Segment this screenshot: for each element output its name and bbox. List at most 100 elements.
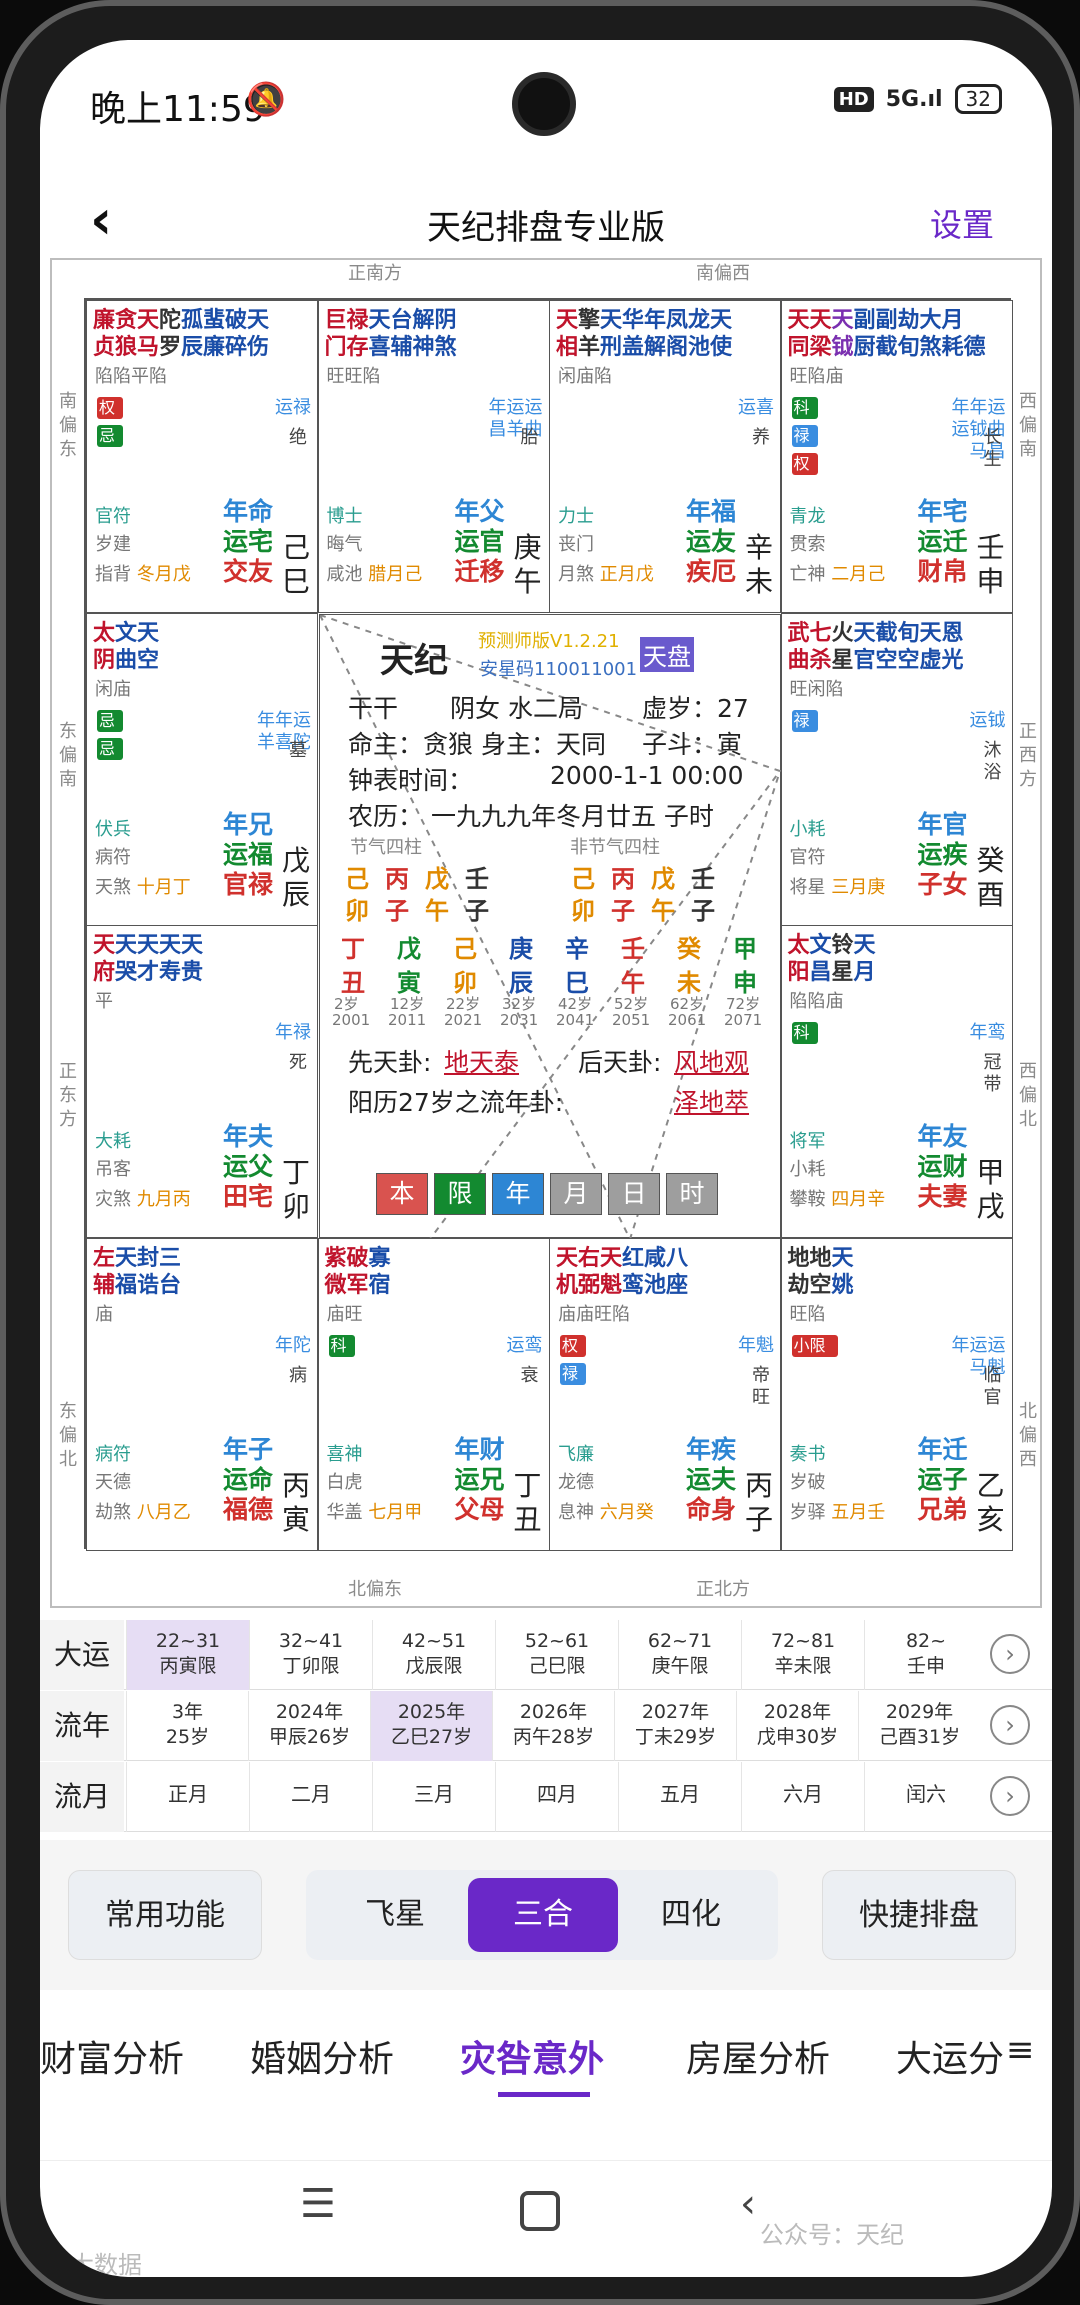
function-area: 常用功能 飞星 三合 四化 快捷排盘 xyxy=(40,1840,1052,1990)
dayun-next-icon[interactable]: › xyxy=(990,1634,1030,1674)
palace-壬申[interactable]: 天同天梁天钺副厨副截劫旬大煞月耗德旺陷庙科禄权年年运运钺曲马昌 长生 青龙 贯索 亡神 … xyxy=(780,300,1013,613)
liuyue-cell[interactable]: 二月 xyxy=(249,1762,372,1832)
star: 文曲 xyxy=(115,620,137,674)
xiantian-label: 先天卦: xyxy=(348,1048,432,1077)
tab-dayun[interactable]: 大运分 xyxy=(896,2030,1006,2082)
palace-辛未[interactable]: 天相擎羊天刑华盖年解凤阁龙池天使闲庙陷 运喜养力士 丧门 月煞 正月戊 年福 运友 疾厄 辛未 xyxy=(549,300,781,613)
liunian-gua-label: 阳历27岁之流年卦: xyxy=(348,1088,564,1117)
liunian-cell[interactable]: 2029年 己酉31岁 xyxy=(858,1691,980,1761)
cell-top: 22~31 xyxy=(155,1630,221,1652)
tab-accident[interactable]: 灾咎意外 xyxy=(460,2030,604,2082)
liuyue-cell[interactable]: 三月 xyxy=(372,1762,495,1832)
changsheng: 长生 xyxy=(983,427,1002,470)
liunian-next-icon[interactable]: › xyxy=(990,1705,1030,1745)
liuyue-cell[interactable]: 正月 xyxy=(126,1762,249,1832)
dayun-stem: 辛 xyxy=(565,935,589,963)
suijian-star: 丧门 xyxy=(558,534,594,555)
mode-button-1[interactable]: 限 xyxy=(434,1173,486,1215)
dayun-cell[interactable]: 32~41 丁卯限 xyxy=(249,1620,372,1690)
recents-icon[interactable]: ☰ xyxy=(300,2181,336,2227)
liuyue-cell[interactable]: 五月 xyxy=(618,1762,741,1832)
home-icon[interactable] xyxy=(520,2191,560,2231)
quick-chart-button[interactable]: 快捷排盘 xyxy=(822,1870,1016,1960)
star: 凤阁 xyxy=(666,307,689,361)
star-char: 福 xyxy=(115,1272,138,1298)
tab-house[interactable]: 房屋分析 xyxy=(686,2030,830,2082)
liunian-cell[interactable]: 2024年 甲辰26岁 xyxy=(248,1691,370,1761)
liuyue-cell[interactable]: 闰六 xyxy=(864,1762,987,1832)
palace-丁卯[interactable]: 天府天哭天才天寿天贵平年禄死大耗 吊客 灾煞 九月丙 年夫 运父 田宅 丁卯 xyxy=(86,925,318,1238)
star: 大煞 xyxy=(920,307,942,361)
liuyue-cell[interactable]: 四月 xyxy=(495,1762,618,1832)
star: 陀罗 xyxy=(159,307,181,361)
year-palace: 年官 xyxy=(917,809,968,839)
jiangqian-star: 指背 xyxy=(95,564,131,585)
suijian-star: 白虎 xyxy=(326,1471,363,1493)
tab-wealth[interactable]: 财富分析 xyxy=(40,2030,184,2082)
mode-button-2[interactable]: 年 xyxy=(492,1173,544,1215)
mode-button-3[interactable]: 月 xyxy=(550,1173,602,1215)
mode-button-5[interactable]: 时 xyxy=(666,1173,718,1215)
palace-庚午[interactable]: 巨门禄存天喜台辅解神阴煞旺旺陷 年运运昌羊曲胎博士 晦气 咸池 腊月己 年父 运官 迁移 庚午 xyxy=(317,300,550,613)
liunian-cell[interactable]: 3年 25岁 xyxy=(126,1691,248,1761)
liuyue-next-icon[interactable]: › xyxy=(990,1776,1030,1816)
palace-丁丑[interactable]: 紫微破军寡宿庙旺科 运鸾衰喜神 白虎 华盖 七月甲 年财 运兄 父母 丁丑 xyxy=(317,1237,550,1551)
palace-戊辰[interactable]: 太阴文曲天空闲庙忌忌年年运羊喜陀墓伏兵 病符 天煞 十月丁 年兄 运福 官禄 戊辰 xyxy=(86,612,318,926)
dayun-cell[interactable]: 82~ 壬申 xyxy=(864,1620,987,1690)
yun-stars: 年陀 xyxy=(275,1334,311,1356)
tab-marriage[interactable]: 婚姻分析 xyxy=(250,2030,394,2082)
yun-palace: 运官 xyxy=(454,527,505,556)
back-nav-icon[interactable]: ‹ xyxy=(740,2181,756,2227)
star: 破军 xyxy=(347,1245,369,1299)
pillar-branch: 子 xyxy=(611,897,635,925)
settings-button[interactable]: 设置 xyxy=(930,200,994,246)
menu-icon[interactable]: ≡ xyxy=(1006,2030,1035,2070)
brightness: 陷陷平陷 xyxy=(95,366,167,387)
palace-癸酉[interactable]: 武曲七杀火星天官截空旬空天虚恩光旺闲陷禄运钺 沐浴 小耗 官符 将星 三月庚 年官 运疾 子女… xyxy=(780,612,1013,926)
dayun-stem: 己 xyxy=(453,935,477,963)
palace-甲戌[interactable]: 太阳文昌铃星天月陷陷庙科 年鸾 冠带 将军 小耗 攀鞍 四月辛 年友 运财 夫妻 甲戌 xyxy=(780,925,1013,1238)
palace-丙子[interactable]: 天机右弼天魁红鸾咸池八座庙庙旺陷权禄 年魁 帝旺 飞廉 龙德 息神 六月癸 年疾 运夫 命身 丙子 xyxy=(549,1237,781,1551)
dayun-cell[interactable]: 62~71 庚午限 xyxy=(618,1620,741,1690)
mode-button-0[interactable]: 本 xyxy=(376,1173,428,1215)
boshi-star: 力士 xyxy=(558,506,594,527)
liunian-cell[interactable]: 2026年 丙午28岁 xyxy=(492,1691,614,1761)
houtian-gua[interactable]: 风地观 xyxy=(674,1043,749,1079)
star-char: 阁 xyxy=(666,335,689,360)
dayun-cell[interactable]: 52~61 己巳限 xyxy=(495,1620,618,1690)
palace-labels: 年命 运宅 交友 xyxy=(223,497,273,587)
feixing-tab[interactable]: 飞星 xyxy=(340,1870,450,1960)
star-char: 解 xyxy=(412,308,435,333)
dir-north-west: 北偏西 xyxy=(1019,1401,1037,1470)
ganzhi: 戊辰 xyxy=(281,843,310,911)
boshi-star: 飞廉 xyxy=(558,1443,594,1465)
common-functions-button[interactable]: 常用功能 xyxy=(68,1870,262,1960)
liuyue-cell[interactable]: 六月 xyxy=(741,1762,864,1832)
liunian-gua[interactable]: 泽地萃 xyxy=(674,1083,749,1119)
dayun-cell[interactable]: 22~31 丙寅限 xyxy=(126,1620,249,1690)
dayun-cell[interactable]: 42~51 戊辰限 xyxy=(372,1620,495,1690)
dayun-cell[interactable]: 72~81 辛未限 xyxy=(741,1620,864,1690)
sihua-badge: 科 xyxy=(791,1022,818,1044)
liunian-cell[interactable]: 2027年 丁未29岁 xyxy=(614,1691,736,1761)
mode-button-4[interactable]: 日 xyxy=(608,1173,660,1215)
star-char: 解 xyxy=(644,335,667,360)
liunian-cell[interactable]: 2025年 乙巳27岁 xyxy=(370,1691,492,1761)
liunian-cell[interactable]: 2028年 戊申30岁 xyxy=(736,1691,858,1761)
palace-丙寅[interactable]: 左辅天福封诰三台庙年陀病病符 天德 劫煞 八月乙 年子 运命 福德 丙寅 xyxy=(86,1237,318,1551)
dir-north: 正北方 xyxy=(696,1579,750,1600)
tianpan-button[interactable]: 天盘 xyxy=(640,637,694,672)
palace-乙亥[interactable]: 地劫地空天姚旺陷 小限 年运运马魁 临官 奏书 岁破 岁驿 五月壬 年迁 运子 兄弟 乙亥 xyxy=(780,1237,1013,1551)
xiantian-gua[interactable]: 地天泰 xyxy=(444,1043,519,1079)
dir-east-north: 东偏北 xyxy=(59,1401,77,1470)
star: 太阴 xyxy=(93,620,115,674)
sihua-tab[interactable]: 四化 xyxy=(636,1870,746,1960)
cell-bottom: 丁卯限 xyxy=(282,1655,340,1677)
palace-己巳[interactable]: 廉贞贪狼天马陀罗孤辰蜚廉破碎天伤陷陷平陷权忌运禄绝官符 岁建 指背 冬月戊 年命 运宅交… xyxy=(86,300,318,613)
star-list: 天相擎羊天刑华盖年解凤阁龙池天使 xyxy=(556,307,732,361)
yun-palace: 运宅 xyxy=(222,527,273,556)
brightness: 旺闲陷 xyxy=(789,678,844,700)
star-char: 辅 xyxy=(93,1272,116,1298)
sanhe-tab[interactable]: 三合 xyxy=(468,1878,618,1952)
pillar-branch: 卯 xyxy=(571,897,595,925)
